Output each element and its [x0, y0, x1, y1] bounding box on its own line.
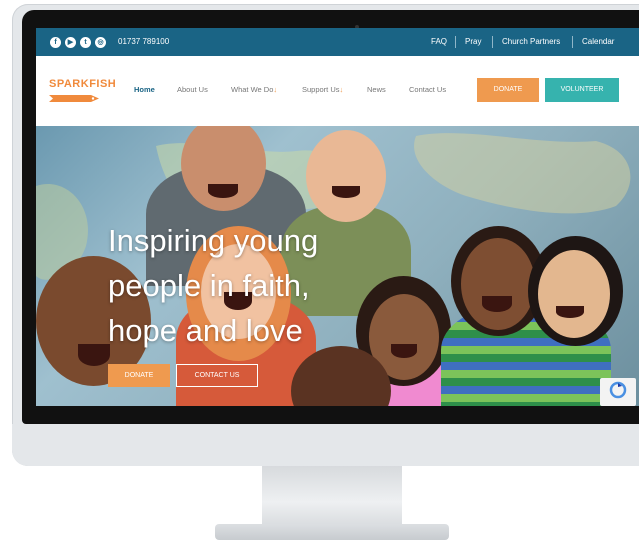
youtube-icon[interactable]: ▶: [65, 37, 76, 48]
divider: [572, 36, 573, 48]
child-mouth: [482, 296, 512, 312]
top-bar: f ▶ t ◎ 01737 789100 FAQ Pray Church Par…: [36, 28, 639, 56]
phone-number[interactable]: 01737 789100: [118, 37, 169, 46]
child-mouth: [556, 306, 584, 318]
child-face: [538, 250, 610, 338]
nav-item-home[interactable]: Home: [134, 85, 155, 94]
nav-label: What We Do: [231, 85, 274, 94]
divider: [455, 36, 456, 48]
twitter-icon[interactable]: t: [80, 37, 91, 48]
child-mouth: [78, 344, 110, 366]
top-link-church-partners[interactable]: Church Partners: [502, 37, 560, 46]
top-link-calendar[interactable]: Calendar: [582, 37, 614, 46]
top-link-faq[interactable]: FAQ: [431, 37, 447, 46]
divider: [492, 36, 493, 48]
monitor-base: [215, 524, 449, 540]
volunteer-button[interactable]: VOLUNTEER: [545, 78, 619, 102]
website-screen: f ▶ t ◎ 01737 789100 FAQ Pray Church Par…: [36, 28, 639, 406]
fish-logo-icon: [49, 95, 99, 102]
top-link-pray[interactable]: Pray: [465, 37, 481, 46]
child-face: [461, 238, 535, 330]
headline-line: people in faith,: [108, 268, 310, 303]
child-face: [306, 130, 386, 222]
monitor-chin: [12, 424, 639, 466]
main-nav: SPARKFISH Home About Us What We Do↓ Supp…: [36, 56, 639, 126]
dropdown-arrow-icon: ↓: [339, 85, 344, 94]
nav-item-news[interactable]: News: [367, 85, 386, 94]
child-mouth: [391, 344, 417, 358]
donate-button[interactable]: DONATE: [477, 78, 539, 102]
nav-item-what-we-do[interactable]: What We Do↓: [231, 85, 277, 94]
instagram-icon[interactable]: ◎: [95, 37, 106, 48]
child-mouth: [208, 184, 238, 198]
hero-headline: Inspiring young people in faith, hope an…: [108, 218, 318, 353]
recaptcha-icon: [609, 381, 627, 399]
logo[interactable]: SPARKFISH: [49, 78, 116, 90]
headline-line: hope and love: [108, 313, 303, 348]
nav-item-contact-us[interactable]: Contact Us: [409, 85, 446, 94]
hero-contact-button[interactable]: CONTACT US: [176, 364, 258, 387]
nav-item-about-us[interactable]: About Us: [177, 85, 208, 94]
headline-line: Inspiring young: [108, 223, 319, 258]
dropdown-arrow-icon: ↓: [273, 85, 278, 94]
recaptcha-badge[interactable]: [600, 378, 636, 406]
monitor-stand: [262, 466, 402, 526]
facebook-icon[interactable]: f: [50, 37, 61, 48]
nav-item-support-us[interactable]: Support Us↓: [302, 85, 343, 94]
nav-label: Support Us: [302, 85, 340, 94]
child-mouth: [332, 186, 360, 198]
hero-donate-button[interactable]: DONATE: [108, 364, 170, 387]
